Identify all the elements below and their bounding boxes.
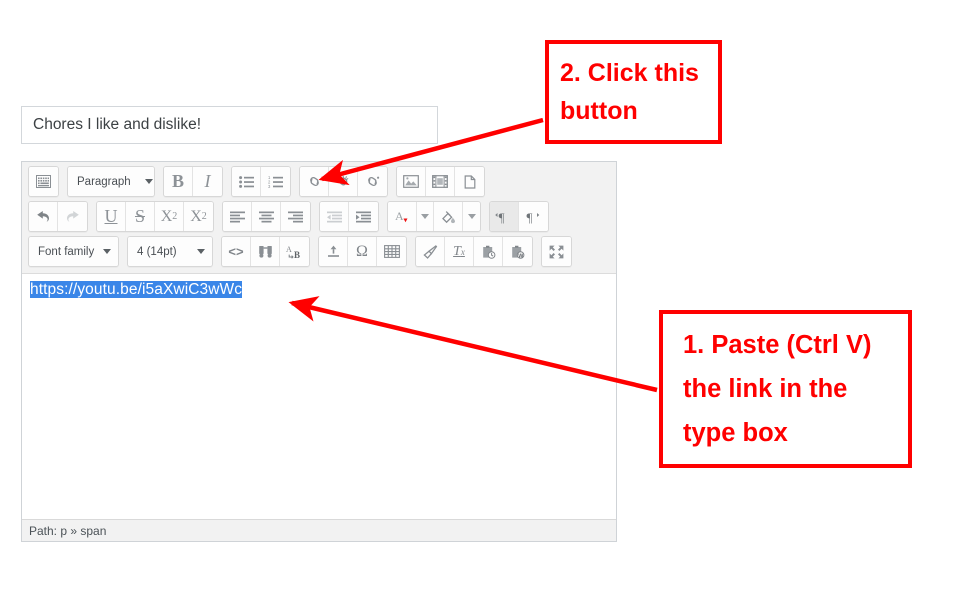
editor-content-area[interactable]: https://youtu.be/i5aXwiC3wWc	[22, 274, 616, 519]
toolbar-row-3: Font family 4 (14pt) <> A B Ω T x W	[25, 235, 613, 268]
toolbar-group-font-size: 4 (14pt)	[127, 236, 213, 267]
bold-icon[interactable]: B	[164, 167, 193, 196]
toolbar-group-media	[396, 166, 485, 197]
annotation-step-2-box: 2. Click this button	[545, 40, 722, 144]
manage-files-icon[interactable]	[455, 167, 484, 196]
background-color-icon[interactable]	[434, 202, 463, 231]
redo-icon[interactable]	[58, 202, 87, 231]
toolbar-group-tools: <> A B	[221, 236, 310, 267]
annotation-step-1-line-2: the link in the	[683, 375, 848, 403]
insert-table-icon[interactable]	[377, 237, 406, 266]
italic-icon[interactable]: I	[193, 167, 222, 196]
align-right-icon[interactable]	[281, 202, 310, 231]
annotation-step-2-line-1: 2. Click this	[560, 59, 699, 87]
strikethrough-icon[interactable]: S	[126, 202, 155, 231]
toolbar-group-colors: A	[387, 201, 481, 232]
editor-toolbars: Paragraph B I 1 2 3 U S X 2 X 2 A ¶ ¶ Fo…	[22, 162, 616, 274]
toolbar-group-insert: Ω	[318, 236, 407, 267]
fullscreen-icon[interactable]	[542, 237, 571, 266]
svg-text:W: W	[518, 253, 524, 259]
svg-text:A: A	[395, 209, 404, 223]
font-size-label: 4 (14pt)	[137, 245, 177, 258]
toolbar-group-toggle	[28, 166, 59, 197]
svg-text:A: A	[286, 245, 292, 254]
insert-horizontal-rule-icon[interactable]	[319, 237, 348, 266]
svg-text:B: B	[294, 250, 300, 259]
ltr-direction-icon[interactable]: ¶	[490, 202, 519, 231]
indent-icon[interactable]	[349, 202, 378, 231]
find-replace-icon[interactable]	[251, 237, 280, 266]
toolbar-group-basic-format: B I	[163, 166, 223, 197]
toolbar-group-indent	[319, 201, 379, 232]
svg-text:¶: ¶	[526, 210, 532, 224]
numbered-list-icon[interactable]: 123	[261, 167, 290, 196]
toolbar-group-history	[28, 201, 88, 232]
rtl-direction-icon[interactable]: ¶	[519, 202, 548, 231]
paste-word-icon[interactable]: W	[503, 237, 532, 266]
svg-text:3: 3	[268, 184, 271, 188]
unlink-icon[interactable]	[329, 167, 358, 196]
paragraph-style-label: Paragraph	[77, 175, 131, 188]
toolbar-group-paragraph-style: Paragraph	[67, 166, 155, 197]
chevron-down-icon	[103, 249, 111, 254]
svg-text:¶: ¶	[499, 210, 505, 224]
pasted-link-text[interactable]: https://youtu.be/i5aXwiC3wWc	[30, 281, 243, 298]
accessibility-checker-icon[interactable]: A B	[280, 237, 309, 266]
chevron-down-icon[interactable]	[463, 202, 480, 231]
anchor-icon[interactable]	[358, 167, 387, 196]
superscript-icon[interactable]: X2	[184, 202, 213, 231]
insert-media-icon[interactable]	[426, 167, 455, 196]
toolbar-group-font-family: Font family	[28, 236, 119, 267]
title-input[interactable]	[21, 106, 438, 144]
toolbar-group-direction: ¶ ¶	[489, 201, 549, 232]
align-center-icon[interactable]	[252, 202, 281, 231]
font-family-label: Font family	[38, 245, 95, 258]
special-character-icon[interactable]: Ω	[348, 237, 377, 266]
undo-icon[interactable]	[29, 202, 58, 231]
html-source-icon[interactable]: <>	[222, 237, 251, 266]
keyboard-icon[interactable]	[29, 167, 58, 196]
toolbar-row-2: U S X2 X2 A ¶ ¶	[25, 200, 613, 233]
align-left-icon[interactable]	[223, 202, 252, 231]
rich-text-editor: Paragraph B I 1 2 3 U S X 2 X 2 A ¶ ¶ Fo…	[21, 161, 617, 542]
toolbar-group-text-style: U S X2 X2	[96, 201, 214, 232]
outdent-icon[interactable]	[320, 202, 349, 231]
annotation-step-1-line-3: type box	[683, 419, 788, 447]
remove-format-icon[interactable]: Tx	[445, 237, 474, 266]
insert-link-icon[interactable]	[300, 167, 329, 196]
chevron-down-icon[interactable]	[417, 202, 434, 231]
element-path-label: Path: p » span	[29, 523, 107, 538]
editor-status-bar: Path: p » span	[22, 519, 616, 541]
toolbar-group-clean: Tx W	[415, 236, 533, 267]
chevron-down-icon	[144, 179, 153, 184]
subscript-icon[interactable]: X2	[155, 202, 184, 231]
font-family-select[interactable]: Font family	[29, 237, 118, 266]
paste-text-icon[interactable]	[474, 237, 503, 266]
annotation-step-1-line-1: 1. Paste (Ctrl V)	[683, 331, 872, 359]
annotation-step-2-line-2: button	[560, 97, 638, 125]
toolbar-group-lists: 123	[231, 166, 291, 197]
font-size-select[interactable]: 4 (14pt)	[128, 237, 212, 266]
toolbar-group-fullscreen	[541, 236, 572, 267]
insert-image-icon[interactable]	[397, 167, 426, 196]
paragraph-style-select[interactable]: Paragraph	[68, 167, 154, 196]
underline-icon[interactable]: U	[97, 202, 126, 231]
toolbar-row-1: Paragraph B I 1 2 3	[25, 165, 613, 198]
toolbar-group-alignment	[222, 201, 311, 232]
bullet-list-icon[interactable]	[232, 167, 261, 196]
font-color-icon[interactable]: A	[388, 202, 417, 231]
annotation-step-1-box: 1. Paste (Ctrl V) the link in the type b…	[659, 310, 912, 468]
toolbar-group-links	[299, 166, 388, 197]
chevron-down-icon	[197, 249, 205, 254]
clear-formatting-icon[interactable]	[416, 237, 445, 266]
